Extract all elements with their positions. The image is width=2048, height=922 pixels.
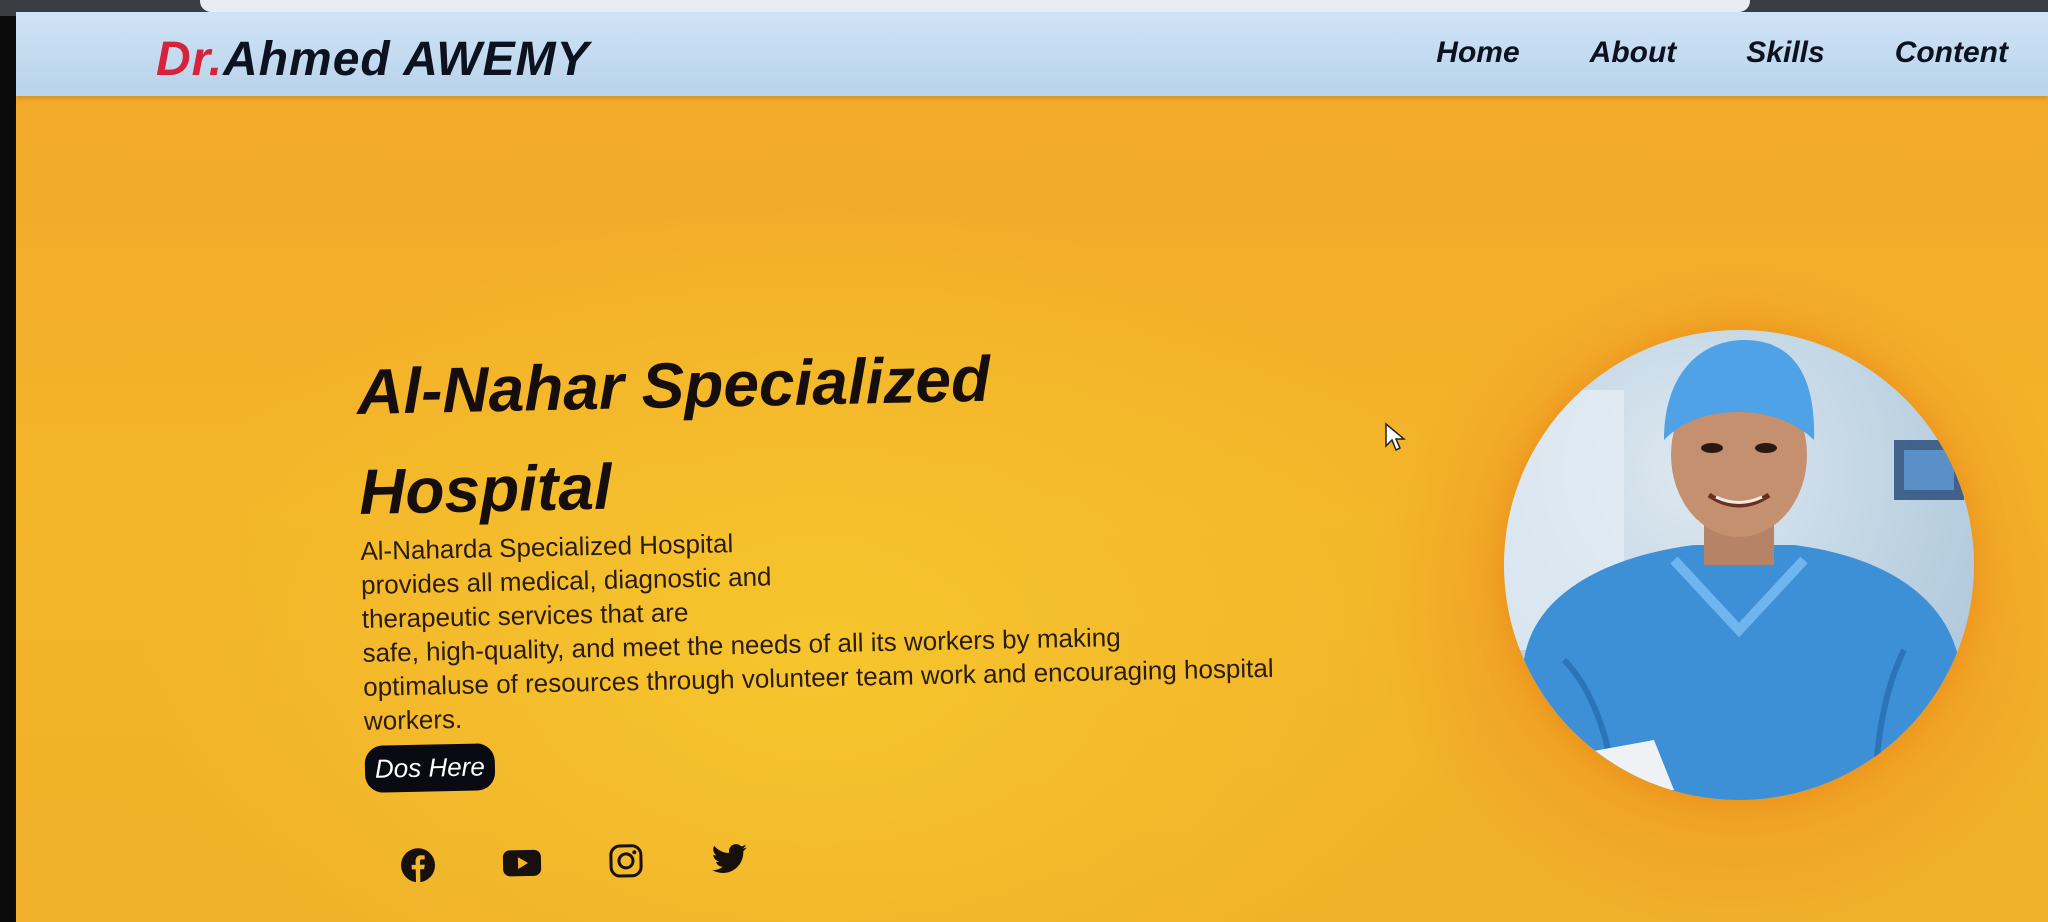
youtube-icon[interactable] (500, 841, 545, 886)
mouse-cursor-icon (1385, 422, 1406, 452)
navbar: Dr.Ahmed AWEMY Home About Skills Content (16, 12, 2048, 96)
hero-content: Al-Nahar Specialized Hospital Al-Naharda… (356, 320, 1415, 793)
nav-skills[interactable]: Skills (1746, 36, 1824, 70)
facebook-icon[interactable] (396, 843, 441, 888)
instagram-icon[interactable] (604, 838, 649, 883)
cta-button[interactable]: Dos Here (364, 743, 496, 793)
profile-photo (1504, 330, 1974, 800)
twitter-icon[interactable] (708, 836, 753, 881)
nav-content[interactable]: Content (1895, 36, 2008, 70)
nav-home[interactable]: Home (1436, 36, 1519, 70)
web-page: Dr.Ahmed AWEMY Home About Skills Content… (16, 12, 2048, 922)
logo-prefix: Dr. (156, 33, 224, 86)
hero-title: Al-Nahar Specialized Hospital (356, 342, 991, 528)
address-bar[interactable] (200, 0, 1750, 12)
nav-links: Home About Skills Content (1436, 36, 2008, 70)
nav-about[interactable]: About (1590, 36, 1677, 70)
social-links (396, 836, 753, 887)
logo-name: Ahmed AWEMY (223, 33, 590, 86)
hero-description: Al-Naharda Specialized Hospital provides… (360, 512, 1414, 738)
site-logo[interactable]: Dr.Ahmed AWEMY (156, 32, 590, 87)
